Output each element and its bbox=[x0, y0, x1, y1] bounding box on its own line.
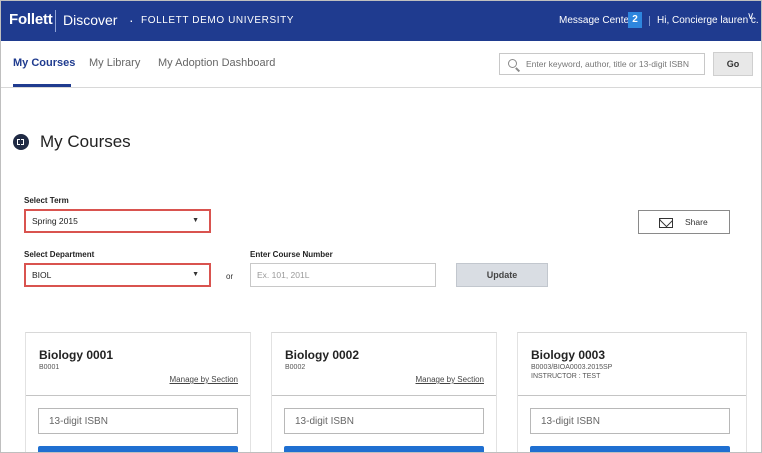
book-icon bbox=[13, 134, 29, 150]
share-button[interactable]: Share bbox=[638, 210, 730, 234]
course-title: Biology 0003 bbox=[531, 348, 606, 362]
main-nav: My Courses My Library My Adoption Dashbo… bbox=[1, 41, 761, 88]
share-label: Share bbox=[685, 217, 708, 227]
select-department-label: Select Department bbox=[24, 250, 95, 259]
department-selected-value: BIOL bbox=[32, 270, 52, 280]
course-instructor: INSTRUCTOR : TEST bbox=[531, 373, 601, 380]
logo-divider bbox=[55, 10, 56, 32]
course-title: Biology 0001 bbox=[39, 348, 114, 362]
dropdown-arrow-icon: ▼ bbox=[192, 271, 199, 278]
page-frame: Follett Discover · FOLLETT DEMO UNIVERSI… bbox=[0, 0, 762, 453]
add-isbn-button[interactable] bbox=[530, 446, 730, 452]
course-number-label: Enter Course Number bbox=[250, 250, 333, 259]
course-code: B0003/BIOA0003.2015SP bbox=[531, 364, 613, 371]
page-title: My Courses bbox=[40, 132, 131, 151]
term-select[interactable]: Spring 2015 ▼ bbox=[24, 209, 211, 233]
course-code: B0002 bbox=[285, 364, 306, 371]
add-isbn-button[interactable] bbox=[38, 446, 238, 452]
update-button[interactable]: Update bbox=[456, 263, 548, 287]
product-name: Discover bbox=[63, 12, 118, 28]
department-select[interactable]: BIOL ▼ bbox=[24, 263, 211, 287]
isbn-input[interactable] bbox=[530, 408, 730, 434]
card-divider bbox=[26, 395, 250, 396]
top-bar: Follett Discover · FOLLETT DEMO UNIVERSI… bbox=[1, 1, 761, 41]
tab-my-courses[interactable]: My Courses bbox=[13, 57, 75, 69]
dropdown-arrow-icon: ▼ bbox=[192, 217, 199, 224]
select-term-label: Select Term bbox=[24, 196, 69, 205]
add-isbn-button[interactable] bbox=[284, 446, 484, 452]
chevron-down-icon[interactable]: ∨ bbox=[747, 11, 754, 22]
course-card: Biology 0001 B0001 Manage by Section bbox=[25, 332, 251, 452]
user-greeting[interactable]: Hi, Concierge lauren c. bbox=[657, 15, 759, 26]
manage-by-section-link[interactable]: Manage by Section bbox=[170, 375, 239, 384]
search-box[interactable] bbox=[499, 53, 705, 75]
title-separator: · bbox=[129, 12, 134, 28]
manage-by-section-link[interactable]: Manage by Section bbox=[416, 375, 485, 384]
follett-logo[interactable]: Follett bbox=[9, 11, 53, 28]
message-count-badge[interactable]: 2 bbox=[628, 12, 642, 28]
or-label: or bbox=[226, 272, 234, 281]
course-number-input[interactable] bbox=[250, 263, 436, 287]
isbn-input[interactable] bbox=[38, 408, 238, 434]
envelope-icon bbox=[659, 218, 673, 228]
card-divider bbox=[272, 395, 496, 396]
course-card: Biology 0003 B0003/BIOA0003.2015SP INSTR… bbox=[517, 332, 747, 452]
term-selected-value: Spring 2015 bbox=[32, 216, 78, 226]
search-icon bbox=[508, 59, 517, 68]
course-title: Biology 0002 bbox=[285, 348, 360, 362]
course-card: Biology 0002 B0002 Manage by Section bbox=[271, 332, 497, 452]
card-divider bbox=[518, 395, 746, 396]
university-name: FOLLETT DEMO UNIVERSITY bbox=[141, 15, 295, 26]
tab-my-library[interactable]: My Library bbox=[89, 57, 140, 69]
course-code: B0001 bbox=[39, 364, 60, 371]
search-input[interactable] bbox=[526, 56, 702, 72]
active-tab-indicator bbox=[13, 84, 71, 87]
tab-my-adoption-dashboard[interactable]: My Adoption Dashboard bbox=[158, 57, 275, 69]
isbn-input[interactable] bbox=[284, 408, 484, 434]
go-button[interactable]: Go bbox=[713, 52, 753, 76]
header-divider bbox=[649, 16, 650, 26]
message-center-link[interactable]: Message Center bbox=[559, 15, 632, 26]
